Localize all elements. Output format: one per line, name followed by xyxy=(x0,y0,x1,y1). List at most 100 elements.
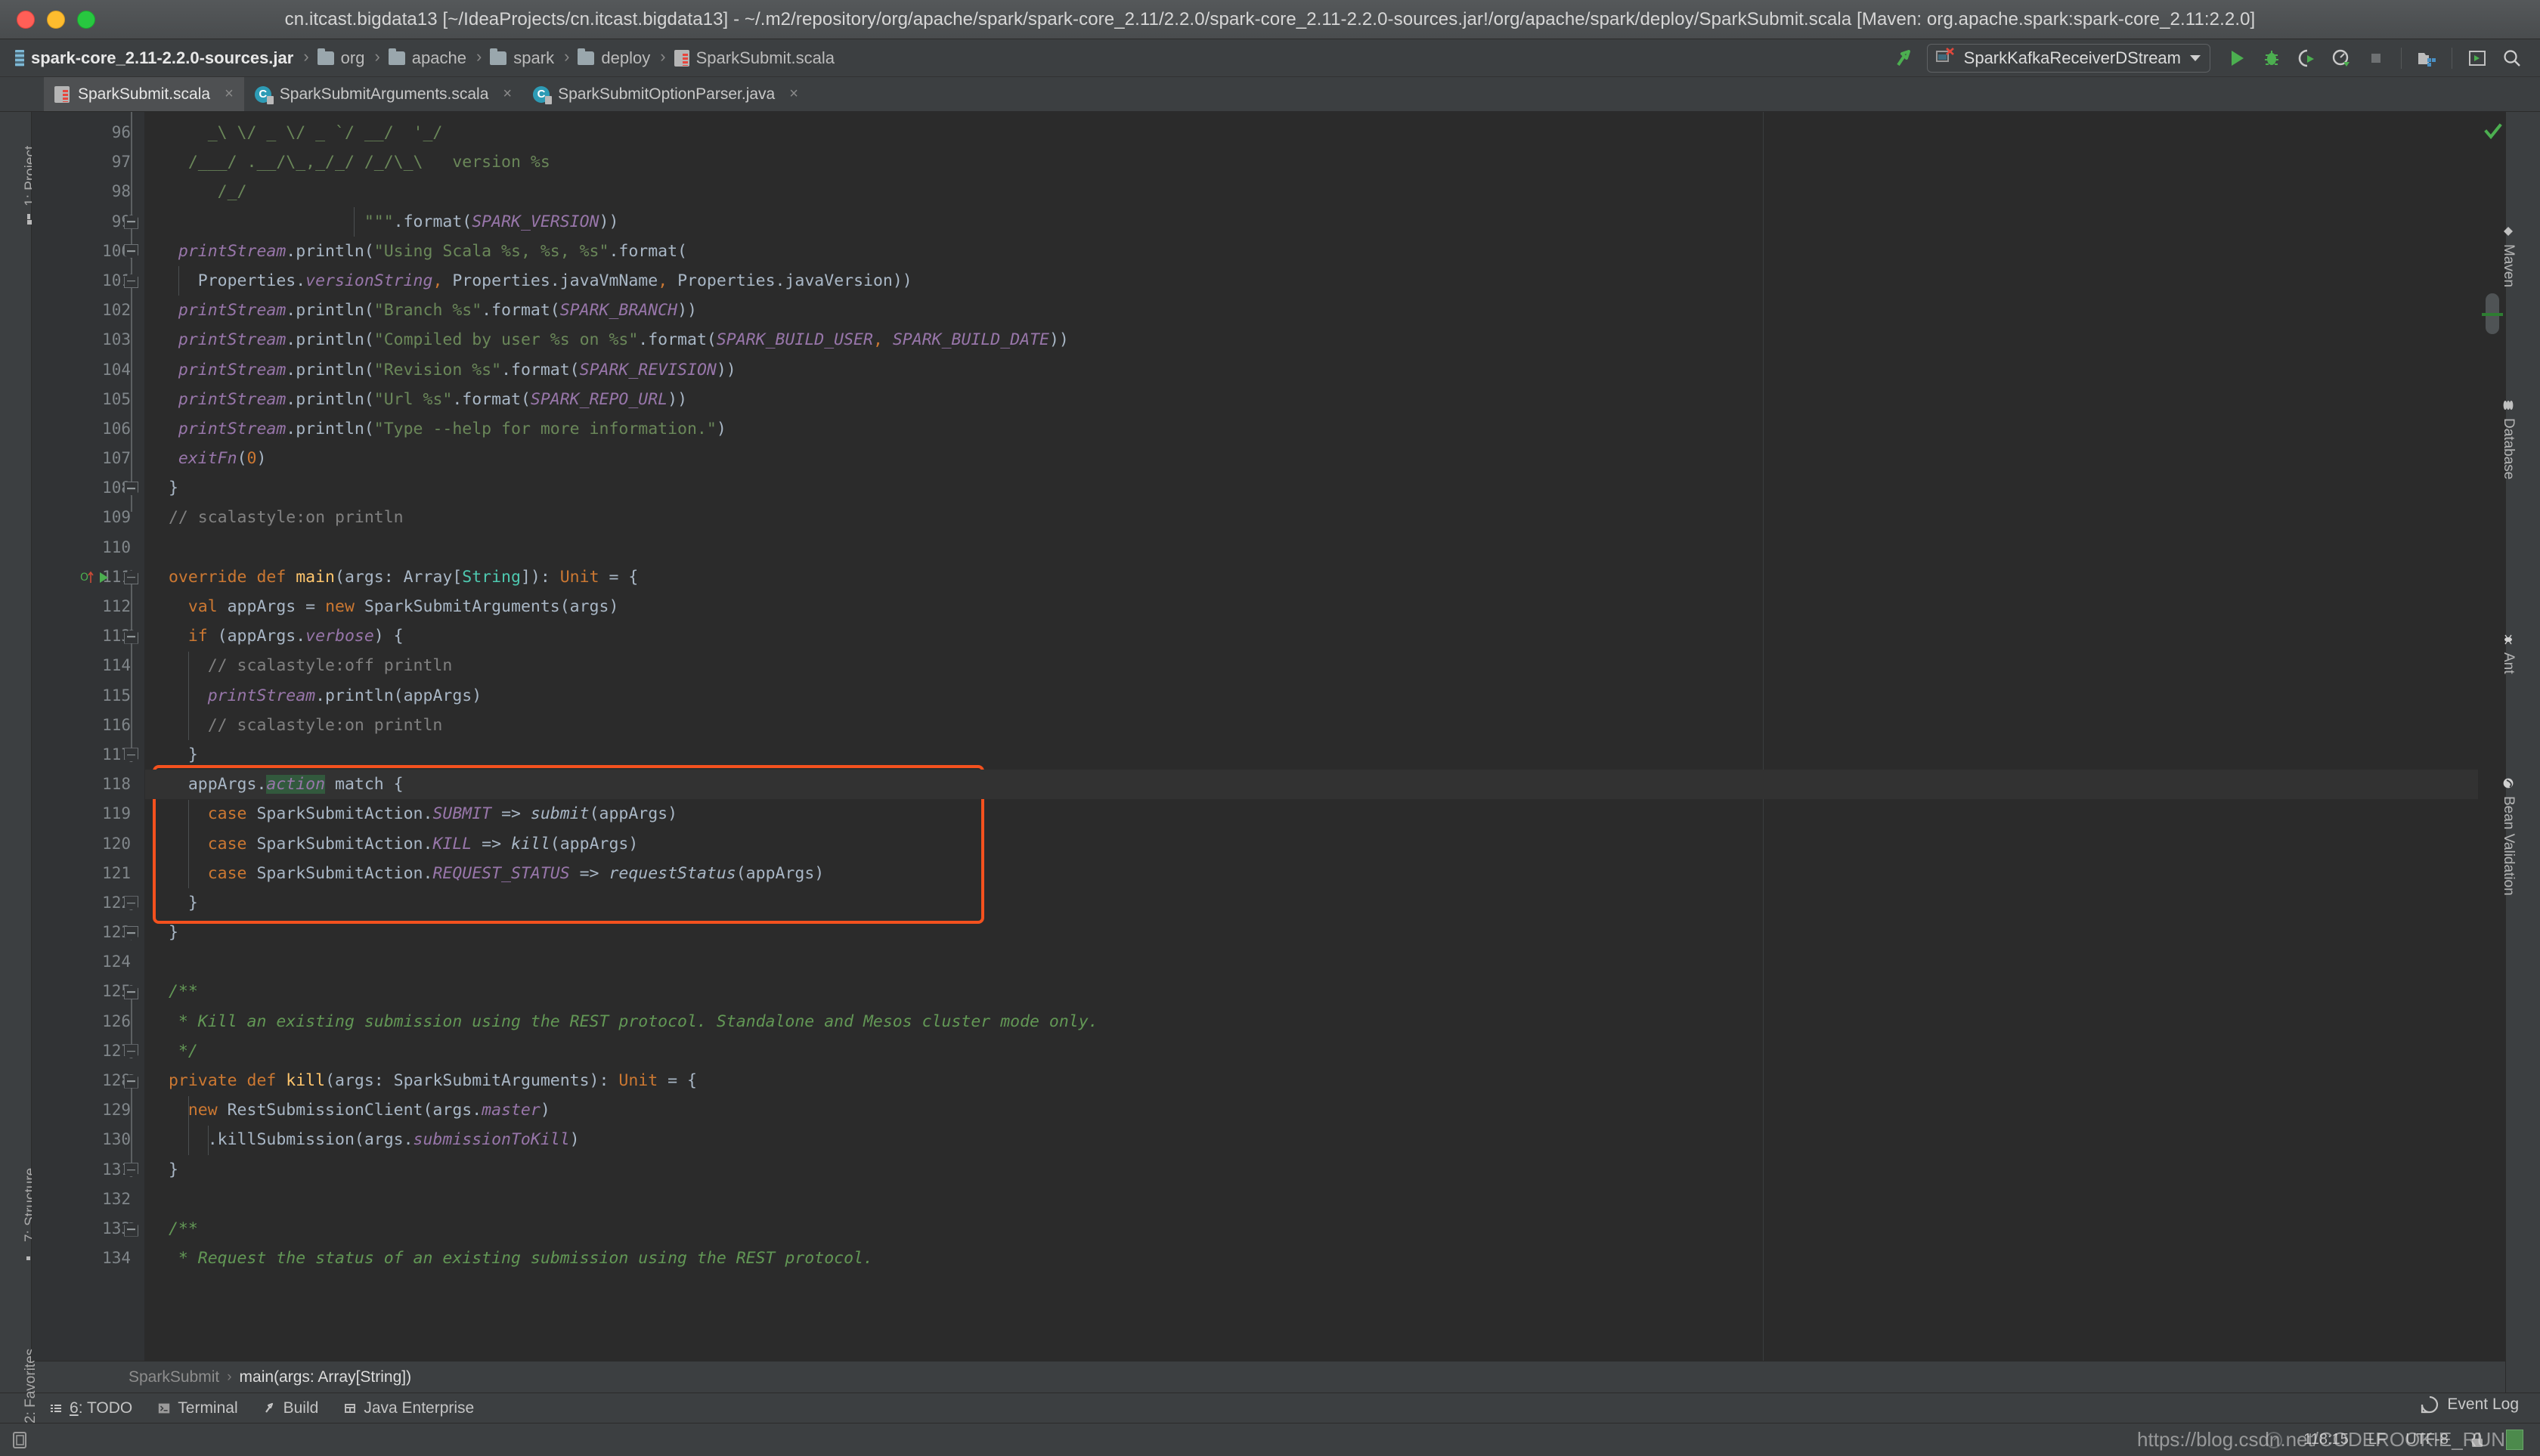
line-number[interactable]: 126 xyxy=(32,1007,144,1036)
line-number[interactable]: 130 xyxy=(32,1125,144,1154)
line-number[interactable]: 119 xyxy=(32,799,144,829)
breadcrumb-item-jar[interactable]: spark-core_2.11-2.2.0-sources.jar xyxy=(12,47,298,70)
code-line[interactable]: } xyxy=(145,1155,2478,1185)
breadcrumb-current[interactable]: main(args: Array[String]) xyxy=(240,1368,412,1386)
code-line[interactable]: // scalastyle:on println xyxy=(145,503,2478,532)
line-number[interactable]: 102 xyxy=(32,296,144,325)
line-number[interactable]: 98 xyxy=(32,177,144,206)
code-line[interactable]: printStream.println("Compiled by user %s… xyxy=(145,325,2478,355)
ide-memory-icon[interactable] xyxy=(11,1430,30,1450)
sidebar-item-ant[interactable]: Ant xyxy=(2500,634,2517,674)
code-line[interactable]: .killSubmission(args.submissionToKill) xyxy=(145,1125,2478,1154)
code-line[interactable]: override def main(args: Array[String]): … xyxy=(145,562,2478,592)
code-line[interactable] xyxy=(145,947,2478,977)
breadcrumb-item-spark[interactable]: spark xyxy=(487,47,559,70)
code-line[interactable]: /_/ xyxy=(145,177,2478,206)
file-encoding[interactable]: UTF-8 xyxy=(2405,1431,2449,1448)
code-line[interactable]: // scalastyle:off println xyxy=(145,651,2478,680)
code-line[interactable] xyxy=(145,1185,2478,1214)
line-number[interactable]: 118 xyxy=(32,770,144,799)
sidebar-item-bean-validation[interactable]: Bean Validation xyxy=(2500,777,2517,896)
line-number[interactable]: 132 xyxy=(32,1185,144,1214)
code-line[interactable]: /___/ .__/\_,_/_/ /_/\_\ version %s xyxy=(145,147,2478,177)
profile-icon[interactable] xyxy=(2324,42,2359,74)
code-line[interactable]: appArgs.action match { xyxy=(145,770,2478,800)
line-number[interactable]: 112 xyxy=(32,592,144,621)
read-only-lock-icon[interactable] xyxy=(2468,1431,2486,1449)
close-icon[interactable]: × xyxy=(789,85,798,103)
line-number[interactable]: 115 xyxy=(32,681,144,711)
line-separator[interactable]: LF xyxy=(2368,1431,2386,1448)
stop-icon[interactable] xyxy=(2359,42,2393,74)
code-line[interactable]: } xyxy=(145,473,2478,503)
line-number[interactable]: 129 xyxy=(32,1095,144,1125)
line-number[interactable]: 134 xyxy=(32,1244,144,1273)
tool-window-terminal[interactable]: Terminal xyxy=(158,1399,238,1417)
line-number[interactable]: 97 xyxy=(32,147,144,177)
tab-sparksubmitoptionparser-java[interactable]: SparkSubmitOptionParser.java × xyxy=(522,77,809,111)
sidebar-item-database[interactable]: Database xyxy=(2500,399,2517,479)
event-log-button[interactable]: Event Log xyxy=(2420,1395,2519,1414)
code-line[interactable]: case SparkSubmitAction.SUBMIT => submit(… xyxy=(145,799,2478,829)
code-line[interactable]: * Request the status of an existing subm… xyxy=(145,1244,2478,1273)
project-structure-icon[interactable] xyxy=(2409,42,2444,74)
line-number[interactable]: 104 xyxy=(32,355,144,385)
breadcrumb-parent[interactable]: SparkSubmit xyxy=(129,1368,219,1386)
run-line-icon[interactable] xyxy=(97,570,110,585)
run-configuration-selector[interactable]: SparkKafkaReceiverDStream xyxy=(1926,43,2210,73)
editor-marker-scrollbar[interactable] xyxy=(2478,112,2505,1361)
code-line[interactable]: */ xyxy=(145,1036,2478,1066)
code-line[interactable]: if (appArgs.verbose) { xyxy=(145,621,2478,651)
line-number[interactable]: 107 xyxy=(32,444,144,473)
line-number[interactable]: 120 xyxy=(32,829,144,859)
scrollbar-marker[interactable] xyxy=(2482,313,2503,316)
code-line[interactable]: printStream.println("Revision %s".format… xyxy=(145,355,2478,385)
search-everywhere-icon[interactable] xyxy=(2495,42,2529,74)
override-method-icon[interactable]: O xyxy=(80,569,95,586)
breadcrumb-item-apache[interactable]: apache xyxy=(386,47,471,70)
line-number[interactable]: 106 xyxy=(32,414,144,444)
code-line[interactable]: _\ \/ _ \/ _ `/ __/ '_/ xyxy=(145,118,2478,147)
code-line[interactable]: val appArgs = new SparkSubmitArguments(a… xyxy=(145,592,2478,621)
tab-sparksubmitarguments-scala[interactable]: SparkSubmitArguments.scala × xyxy=(244,77,522,111)
line-number[interactable]: 110 xyxy=(32,533,144,562)
code-line[interactable]: * Kill an existing submission using the … xyxy=(145,1007,2478,1036)
breadcrumb-item-file[interactable]: SparkSubmit.scala xyxy=(671,47,839,70)
line-number[interactable]: 96 xyxy=(32,118,144,147)
code-line[interactable]: case SparkSubmitAction.KILL => kill(appA… xyxy=(145,829,2478,859)
line-number[interactable]: 109 xyxy=(32,503,144,532)
run-icon[interactable] xyxy=(2219,42,2254,74)
line-number[interactable]: 103 xyxy=(32,325,144,355)
line-number[interactable]: 121 xyxy=(32,859,144,888)
code-line[interactable]: printStream.println("Using Scala %s, %s,… xyxy=(145,237,2478,266)
tool-window-todo[interactable]: 6: TODO xyxy=(50,1399,132,1417)
code-line[interactable]: printStream.println("Type --help for mor… xyxy=(145,414,2478,444)
toggle-tool-window-icon[interactable] xyxy=(2460,42,2495,74)
code-editor[interactable]: 96 97 98 99 100 101 102 103 104 105 106 107 108 109 11… xyxy=(32,112,2505,1361)
inspection-ok-icon[interactable] xyxy=(2484,122,2502,144)
editor-code-area[interactable]: _\ \/ _ \/ _ `/ __/ '_/ /___/ .__/\_,_/_… xyxy=(145,112,2478,1361)
code-line[interactable]: printStream.println("Url %s".format(SPAR… xyxy=(145,385,2478,414)
tool-window-build[interactable]: Build xyxy=(264,1399,318,1417)
debug-icon[interactable] xyxy=(2254,42,2289,74)
editor-gutter[interactable]: 96 97 98 99 100 101 102 103 104 105 106 107 108 109 11… xyxy=(32,112,145,1361)
code-line[interactable]: // scalastyle:on println xyxy=(145,711,2478,740)
code-line[interactable]: /** xyxy=(145,1214,2478,1244)
code-line[interactable]: printStream.println("Branch %s".format(S… xyxy=(145,296,2478,325)
close-icon[interactable]: × xyxy=(503,85,512,103)
chevron-down-icon[interactable] xyxy=(2190,54,2201,61)
code-line[interactable]: /** xyxy=(145,977,2478,1006)
sidebar-item-maven[interactable]: Maven xyxy=(2500,225,2517,287)
code-line[interactable]: } xyxy=(145,918,2478,947)
line-number[interactable]: 114 xyxy=(32,651,144,680)
code-line[interactable] xyxy=(145,533,2478,562)
code-line[interactable]: case SparkSubmitAction.REQUEST_STATUS =>… xyxy=(145,859,2478,888)
build-hammer-icon[interactable] xyxy=(1888,42,1922,74)
code-line[interactable]: Properties.versionString, Properties.jav… xyxy=(145,266,2478,296)
line-number[interactable]: 124 xyxy=(32,947,144,977)
line-number[interactable]: 105 xyxy=(32,385,144,414)
code-line[interactable]: } xyxy=(145,740,2478,770)
code-line[interactable]: } xyxy=(145,888,2478,918)
tab-sparksubmit-scala[interactable]: SparkSubmit.scala × xyxy=(44,77,244,111)
line-number[interactable]: 116 xyxy=(32,711,144,740)
